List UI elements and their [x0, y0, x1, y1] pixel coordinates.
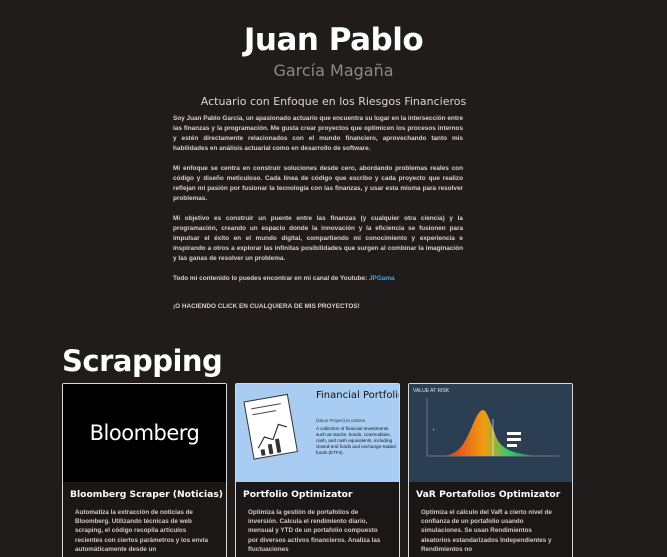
youtube-channel-link[interactable]: JPGama — [369, 275, 395, 282]
project-card-var[interactable]: VALUE AT RISK ▪ VaR Portafolios Optimiza… — [408, 383, 573, 557]
thumb-label: VALUE AT RISK — [413, 388, 450, 394]
section-title-scrapping: Scrapping — [62, 344, 223, 378]
bloomberg-logo-thumbnail: Bloomberg — [63, 384, 226, 482]
bio-paragraph: Mi enfoque se centra en construir soluci… — [173, 165, 463, 202]
bloomberg-logo-text: Bloomberg — [89, 421, 200, 445]
profile-name: Juan Pablo — [243, 22, 424, 58]
bio-section: Soy Juan Pablo García, un apasionado act… — [173, 114, 463, 322]
document-icon — [243, 393, 298, 460]
var-distribution-chart: VALUE AT RISK ▪ — [413, 388, 559, 457]
thumb-definition: A collection of financial investments su… — [316, 426, 396, 455]
bio-paragraph: Mi objetivo es construir un puente entre… — [173, 215, 463, 262]
youtube-text: Todo mi contenido lo puedes encontrar en… — [173, 275, 369, 282]
project-card-bloomberg[interactable]: Bloomberg Bloomberg Scraper (Noticias) A… — [62, 383, 227, 557]
project-card-portfolio[interactable]: Financial Portfolio (Noun Project) la ca… — [235, 383, 400, 557]
thumb-subtitle: (Noun Project) la cartera — [316, 418, 366, 423]
axis-mark: ▪ — [433, 427, 435, 432]
card-description: Optimiza la gestión de portafolios de in… — [248, 509, 381, 553]
projects-cta: ¡O HACIENDO CLICK EN CUALQUIERA DE MIS P… — [173, 303, 360, 310]
profile-role: Actuario con Enfoque en los Riesgos Fina… — [200, 95, 467, 108]
portfolio-illustration: Financial Portfolio (Noun Project) la ca… — [243, 390, 399, 460]
var-thumbnail: VALUE AT RISK ▪ — [409, 384, 572, 482]
card-title: Portfolio Optimizator — [243, 489, 353, 500]
card-title: VaR Portafolios Optimizator — [416, 489, 561, 500]
portfolio-thumbnail: Financial Portfolio (Noun Project) la ca… — [236, 384, 399, 482]
profile-surname: García Magaña — [273, 61, 394, 80]
youtube-line: Todo mi contenido lo puedes encontrar en… — [173, 274, 463, 284]
bio-paragraph: Soy Juan Pablo García, un apasionado act… — [173, 115, 463, 152]
card-title: Bloomberg Scraper (Noticias) — [70, 489, 223, 500]
card-description: Optimiza el cálculo del VaR a cierto niv… — [421, 509, 552, 553]
card-description: Automatiza la extracción de noticias de … — [75, 509, 208, 553]
thumb-title: Financial Portfolio — [316, 390, 399, 401]
